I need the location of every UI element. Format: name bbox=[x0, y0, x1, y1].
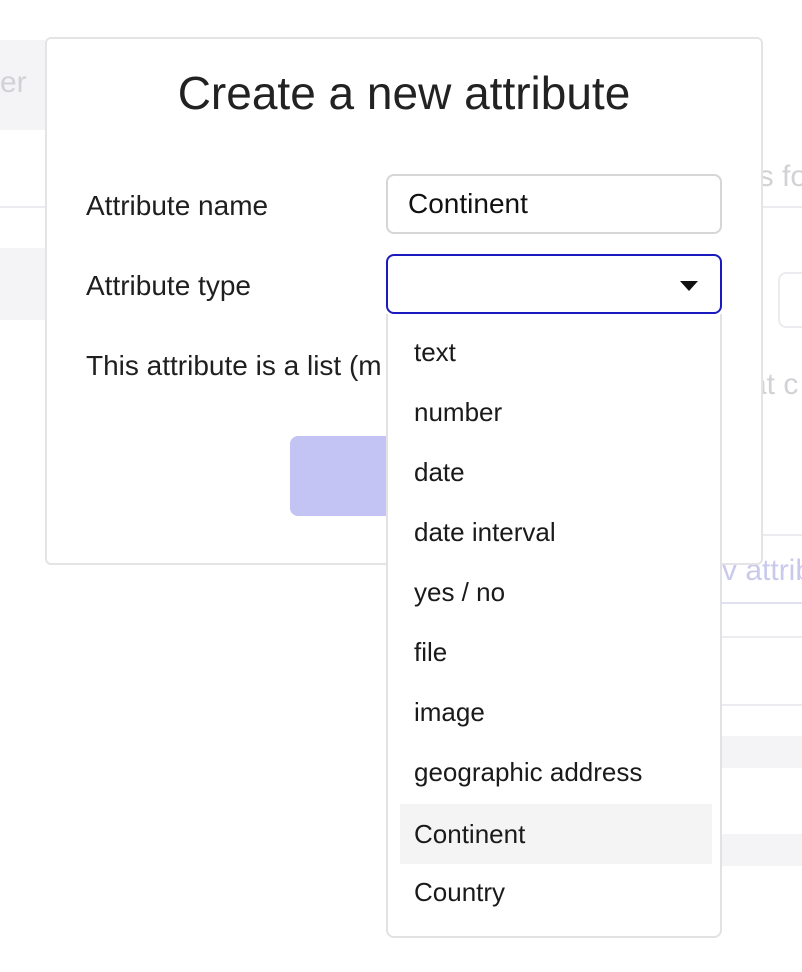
dropdown-option-yes-no[interactable]: yes / no bbox=[400, 562, 712, 622]
background-row bbox=[722, 834, 802, 866]
dropdown-option-date[interactable]: date bbox=[400, 442, 712, 502]
dropdown-option-file[interactable]: file bbox=[400, 622, 712, 682]
dropdown-option-continent[interactable]: Continent bbox=[400, 804, 712, 864]
modal-title: Create a new attribute bbox=[177, 67, 631, 119]
background-divider bbox=[722, 636, 802, 638]
dropdown-option-country[interactable]: Country bbox=[400, 862, 712, 922]
background-divider bbox=[722, 602, 802, 604]
attribute-type-dropdown: text number date date interval yes / no … bbox=[386, 314, 722, 938]
background-divider bbox=[0, 206, 45, 208]
dropdown-option-date-interval[interactable]: date interval bbox=[400, 502, 712, 562]
attribute-name-input[interactable] bbox=[386, 174, 722, 234]
dropdown-option-text[interactable]: text bbox=[400, 322, 712, 382]
background-divider bbox=[722, 704, 802, 706]
background-row bbox=[722, 736, 802, 768]
list-attribute-label: This attribute is a list (m bbox=[86, 350, 382, 381]
caret-down-icon bbox=[680, 281, 698, 291]
dropdown-option-geographic-address[interactable]: geographic address bbox=[400, 742, 712, 802]
dropdown-option-image[interactable]: image bbox=[400, 682, 712, 742]
background-divider bbox=[763, 206, 802, 208]
attribute-type-select[interactable] bbox=[386, 254, 722, 314]
attribute-name-label: Attribute name bbox=[86, 190, 269, 221]
background-panel bbox=[0, 248, 45, 320]
dropdown-option-number[interactable]: number bbox=[400, 382, 712, 442]
background-input bbox=[778, 272, 802, 328]
background-text: er bbox=[0, 66, 27, 99]
attribute-type-label: Attribute type bbox=[86, 270, 251, 301]
